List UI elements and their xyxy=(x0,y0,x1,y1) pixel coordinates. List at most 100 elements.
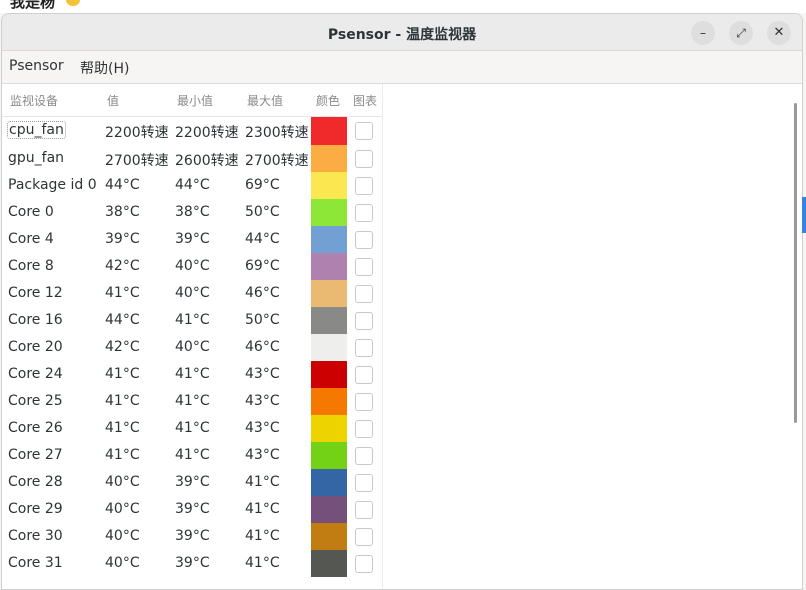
chart-checkbox[interactable] xyxy=(355,177,373,195)
color-swatch[interactable] xyxy=(311,550,347,577)
sensor-max: 2700转速 xyxy=(245,153,309,169)
header-sensor[interactable]: 监视设备 xyxy=(10,92,58,109)
sensor-max: 41°C xyxy=(245,555,280,571)
sensor-name: Core 8 xyxy=(8,258,54,274)
header-min[interactable]: 最小值 xyxy=(177,92,213,109)
sensor-value: 2700转速 xyxy=(105,153,169,169)
header-color[interactable]: 颜色 xyxy=(316,92,340,109)
sensor-value: 41°C xyxy=(105,285,140,301)
color-swatch[interactable] xyxy=(311,145,347,172)
sensor-max: 46°C xyxy=(245,339,280,355)
color-swatch[interactable] xyxy=(311,415,347,442)
chart-checkbox[interactable] xyxy=(355,258,373,276)
sensor-value: 38°C xyxy=(105,204,140,220)
chart-checkbox[interactable] xyxy=(355,231,373,249)
table-row[interactable]: Package id 0 44°C 44°C 69°C xyxy=(2,172,382,199)
sensor-name: Core 31 xyxy=(8,555,63,571)
table-row[interactable]: Core 27 41°C 41°C 43°C xyxy=(2,442,382,469)
window-title: Psensor - 温度监视器 xyxy=(327,27,477,43)
chart-checkbox[interactable] xyxy=(355,393,373,411)
menu-bar: Psensor 帮助(H) xyxy=(2,51,802,84)
sensor-name: Core 12 xyxy=(8,285,63,301)
color-swatch[interactable] xyxy=(311,117,347,145)
sensor-value: 39°C xyxy=(105,231,140,247)
sensor-max: 69°C xyxy=(245,177,280,193)
chart-checkbox[interactable] xyxy=(355,420,373,438)
chart-checkbox[interactable] xyxy=(355,312,373,330)
table-row[interactable]: Core 8 42°C 40°C 69°C xyxy=(2,253,382,280)
sensor-name: Package id 0 xyxy=(8,177,97,193)
table-row[interactable]: Core 24 41°C 41°C 43°C xyxy=(2,361,382,388)
table-header: 监视设备 值 最小值 最大值 颜色 图表 xyxy=(2,84,382,117)
sensor-value: 41°C xyxy=(105,420,140,436)
menu-help[interactable]: 帮助(H) xyxy=(80,58,129,78)
sensor-min: 41°C xyxy=(175,447,210,463)
sensor-max: 50°C xyxy=(245,312,280,328)
table-row[interactable]: Core 12 41°C 40°C 46°C xyxy=(2,280,382,307)
table-row[interactable]: cpu_fan 2200转速 2200转速 2300转速 xyxy=(2,117,382,145)
sensor-min: 41°C xyxy=(175,420,210,436)
table-row[interactable]: Core 26 41°C 41°C 43°C xyxy=(2,415,382,442)
header-chart[interactable]: 图表 xyxy=(353,92,377,109)
desktop-text: 我是杨 xyxy=(10,0,56,11)
sensor-max: 2300转速 xyxy=(245,125,309,141)
color-swatch[interactable] xyxy=(311,523,347,550)
chart-checkbox[interactable] xyxy=(355,555,373,573)
table-row[interactable]: Core 31 40°C 39°C 41°C xyxy=(2,550,382,577)
color-swatch[interactable] xyxy=(311,253,347,280)
table-row[interactable]: Core 29 40°C 39°C 41°C xyxy=(2,496,382,523)
color-swatch[interactable] xyxy=(311,388,347,415)
color-swatch[interactable] xyxy=(311,496,347,523)
sensor-name: Core 4 xyxy=(8,231,54,247)
sensor-max: 43°C xyxy=(245,420,280,436)
color-swatch[interactable] xyxy=(311,361,347,388)
header-max[interactable]: 最大值 xyxy=(247,92,283,109)
chart-checkbox[interactable] xyxy=(355,150,373,168)
color-swatch[interactable] xyxy=(311,280,347,307)
chart-checkbox[interactable] xyxy=(355,122,373,140)
color-swatch[interactable] xyxy=(311,172,347,199)
scrollbar[interactable] xyxy=(794,103,797,423)
sensor-min: 40°C xyxy=(175,285,210,301)
table-row[interactable]: Core 4 39°C 39°C 44°C xyxy=(2,226,382,253)
sensor-min: 39°C xyxy=(175,474,210,490)
table-row[interactable]: Core 0 38°C 38°C 50°C xyxy=(2,199,382,226)
sensor-min: 40°C xyxy=(175,339,210,355)
sensor-max: 41°C xyxy=(245,474,280,490)
color-swatch[interactable] xyxy=(311,199,347,226)
chart-checkbox[interactable] xyxy=(355,447,373,465)
table-row[interactable]: Core 16 44°C 41°C 50°C xyxy=(2,307,382,334)
sensor-max: 46°C xyxy=(245,285,280,301)
sensor-value: 44°C xyxy=(105,177,140,193)
title-bar[interactable]: Psensor - 温度监视器 – ⤢ ✕ xyxy=(2,14,802,51)
chart-checkbox[interactable] xyxy=(355,528,373,546)
close-button[interactable]: ✕ xyxy=(767,21,791,45)
table-row[interactable]: Core 20 42°C 40°C 46°C xyxy=(2,334,382,361)
chart-checkbox[interactable] xyxy=(355,366,373,384)
chart-checkbox[interactable] xyxy=(355,474,373,492)
sensor-value: 40°C xyxy=(105,474,140,490)
color-swatch[interactable] xyxy=(311,469,347,496)
table-row[interactable]: Core 28 40°C 39°C 41°C xyxy=(2,469,382,496)
header-value[interactable]: 值 xyxy=(107,92,119,109)
table-row[interactable]: gpu_fan 2700转速 2600转速 2700转速 xyxy=(2,145,382,172)
table-row[interactable]: Core 25 41°C 41°C 43°C xyxy=(2,388,382,415)
color-swatch[interactable] xyxy=(311,226,347,253)
chart-checkbox[interactable] xyxy=(355,501,373,519)
sensor-value: 42°C xyxy=(105,258,140,274)
color-swatch[interactable] xyxy=(311,442,347,469)
maximize-button[interactable]: ⤢ xyxy=(729,21,753,45)
chart-checkbox[interactable] xyxy=(355,339,373,357)
chart-checkbox[interactable] xyxy=(355,285,373,303)
sensor-value: 44°C xyxy=(105,312,140,328)
screen-edge-marker xyxy=(802,197,806,233)
color-swatch[interactable] xyxy=(311,307,347,334)
sensor-value: 40°C xyxy=(105,528,140,544)
chart-checkbox[interactable] xyxy=(355,204,373,222)
sensor-panel: 监视设备 值 最小值 最大值 颜色 图表 cpu_fan 2200转速 2200转速… xyxy=(2,84,802,589)
minimize-button[interactable]: – xyxy=(691,21,715,45)
menu-psensor[interactable]: Psensor xyxy=(9,58,64,74)
color-swatch[interactable] xyxy=(311,334,347,361)
table-row[interactable]: Core 30 40°C 39°C 41°C xyxy=(2,523,382,550)
sensor-name: Core 30 xyxy=(8,528,63,544)
